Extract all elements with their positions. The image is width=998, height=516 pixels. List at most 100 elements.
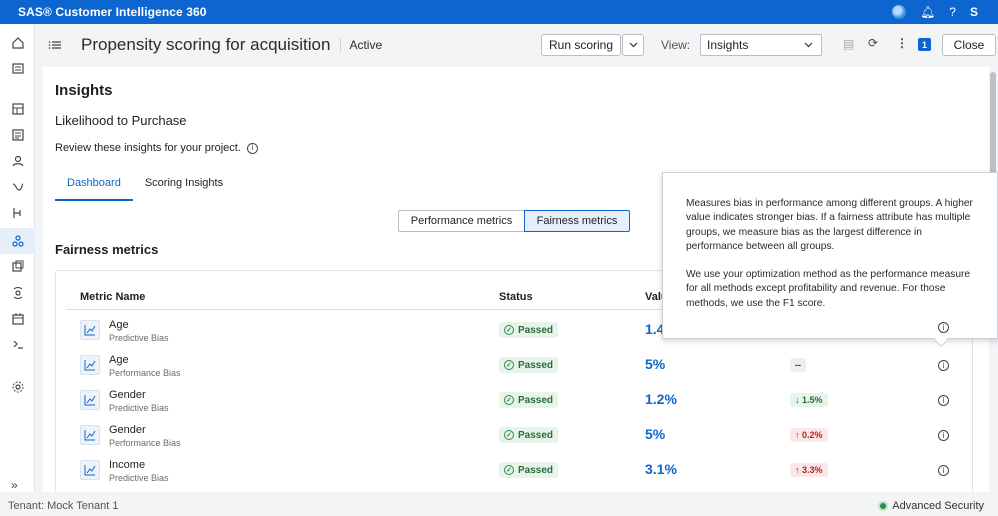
change-badge: ↑ 0.2% <box>790 428 828 442</box>
save-icon[interactable]: ▤ <box>843 37 854 51</box>
info-icon[interactable]: i <box>938 430 949 441</box>
check-icon: ✓ <box>504 395 514 405</box>
run-scoring-button[interactable]: Run scoring <box>541 34 621 56</box>
user-avatar[interactable]: S <box>970 5 978 19</box>
insights-heading: Insights <box>55 82 113 99</box>
dashboard-icon[interactable] <box>0 96 35 122</box>
chevron-down-icon <box>804 42 813 48</box>
table-row[interactable]: Gender Performance Bias ✓ Passed 5% ↑ 0.2… <box>56 418 974 453</box>
expand-sidebar-icon[interactable]: » <box>11 478 18 492</box>
analytics-icon[interactable] <box>0 228 35 254</box>
chart-icon <box>80 390 100 410</box>
sidebar <box>0 24 35 492</box>
metric-type: Performance Bias <box>109 438 181 448</box>
metric-value: 5% <box>645 356 666 372</box>
column-header-status: Status <box>499 291 533 303</box>
home-icon[interactable] <box>0 30 35 56</box>
tooltip-paragraph-1: Measures bias in performance among diffe… <box>686 198 973 252</box>
metric-type: Predictive Bias <box>109 473 169 483</box>
tasks-icon[interactable] <box>0 332 35 358</box>
tab-scoring-insights[interactable]: Scoring Insights <box>133 169 235 201</box>
journey-icon[interactable] <box>0 174 35 200</box>
more-options-icon[interactable]: ⋮ <box>896 36 908 50</box>
check-icon: ✓ <box>504 325 514 335</box>
chart-icon <box>80 425 100 445</box>
status-badge: ✓ Passed <box>499 357 559 373</box>
chart-icon <box>80 460 100 480</box>
settings-icon[interactable] <box>0 374 35 400</box>
metric-name: Age <box>109 319 129 331</box>
vertical-scrollbar[interactable] <box>990 72 996 180</box>
project-status: Active <box>340 38 382 52</box>
bell-icon[interactable]: 🔔︎ <box>920 5 935 19</box>
chevron-down-icon <box>629 42 637 48</box>
insights-subtitle: Likelihood to Purchase <box>55 113 187 128</box>
fairness-section-title: Fairness metrics <box>55 242 159 257</box>
info-icon[interactable]: i <box>246 142 258 154</box>
metric-name: Income <box>109 459 146 471</box>
status-text: Passed <box>518 429 554 441</box>
audience-icon[interactable] <box>0 148 35 174</box>
info-icon[interactable]: i <box>938 360 949 371</box>
status-badge: ✓ Passed <box>499 392 559 408</box>
change-badge: -- <box>790 358 806 372</box>
report-icon[interactable] <box>0 122 35 148</box>
tenant-label: Tenant: Mock Tenant 1 <box>8 500 119 512</box>
info-icon[interactable]: i <box>938 465 949 476</box>
calendar-icon[interactable] <box>0 306 35 332</box>
table-row[interactable]: Gender Predictive Bias ✓ Passed 1.2% ↓ 1.… <box>56 383 974 418</box>
info-icon[interactable]: i <box>938 322 949 333</box>
metric-name: Gender <box>109 424 146 436</box>
table-row[interactable]: Income Predictive Bias ✓ Passed 3.1% ↑ 3.… <box>56 453 974 488</box>
table-row[interactable]: Age Performance Bias ✓ Passed 5% -- i <box>56 348 974 383</box>
globe-icon[interactable] <box>892 5 907 19</box>
check-icon: ✓ <box>504 465 514 475</box>
status-badge: ✓ Passed <box>499 322 559 338</box>
status-text: Passed <box>518 359 554 371</box>
page-title: Propensity scoring for acquisition <box>81 35 331 54</box>
status-text: Passed <box>518 464 554 476</box>
view-select[interactable]: Insights <box>700 34 822 56</box>
column-header-metric: Metric Name <box>80 291 146 303</box>
refresh-icon[interactable]: ⟳ <box>868 36 878 50</box>
status-badge: ✓ Passed <box>499 427 559 443</box>
metric-type: Performance Bias <box>109 368 181 378</box>
review-text: Review these insights for your project. <box>55 142 241 154</box>
metric-name: Age <box>109 354 129 366</box>
status-text: Passed <box>518 324 554 336</box>
metric-type: Predictive Bias <box>109 333 169 343</box>
broadcast-icon[interactable] <box>0 280 35 306</box>
status-bar: Tenant: Mock Tenant 1 Advanced Security <box>0 496 998 516</box>
status-badge: ✓ Passed <box>499 462 559 478</box>
view-label: View: <box>661 38 691 52</box>
top-bar: SAS® Customer Intelligence 360 🔔︎ ? S <box>0 0 998 24</box>
help-icon[interactable]: ? <box>949 5 956 19</box>
performance-metrics-toggle[interactable]: Performance metrics <box>398 210 525 232</box>
app-brand: SAS® Customer Intelligence 360 <box>18 5 207 19</box>
insights-tabs: Dashboard Scoring Insights <box>55 169 235 201</box>
check-icon: ✓ <box>504 430 514 440</box>
list-menu-icon[interactable] <box>48 38 62 52</box>
fairness-metrics-toggle[interactable]: Fairness metrics <box>524 210 630 232</box>
tooltip-paragraph-2: We use your optimization method as the p… <box>686 269 971 309</box>
change-badge: ↑ 3.3% <box>790 463 828 477</box>
change-badge: ↓ 1.5% <box>790 393 828 407</box>
metric-value: 5% <box>645 426 666 442</box>
flow-icon[interactable] <box>0 200 35 226</box>
security-status-icon <box>878 501 889 511</box>
content-icon[interactable] <box>0 254 35 280</box>
close-button[interactable]: Close <box>942 34 996 56</box>
chart-icon <box>80 355 100 375</box>
metric-name: Gender <box>109 389 146 401</box>
info-icon[interactable]: i <box>938 395 949 406</box>
review-text-row: Review these insights for your project. … <box>55 142 258 154</box>
metric-type: Predictive Bias <box>109 403 169 413</box>
security-indicator: Advanced Security <box>878 500 984 512</box>
run-scoring-menu-button[interactable] <box>622 34 644 56</box>
tab-dashboard[interactable]: Dashboard <box>55 169 133 201</box>
notification-badge[interactable]: 1 <box>918 38 931 51</box>
metric-value: 1.2% <box>645 391 677 407</box>
metric-tooltip: Measures bias in performance among diffe… <box>662 172 998 339</box>
status-text: Passed <box>518 394 554 406</box>
marketing-icon[interactable] <box>0 55 35 81</box>
